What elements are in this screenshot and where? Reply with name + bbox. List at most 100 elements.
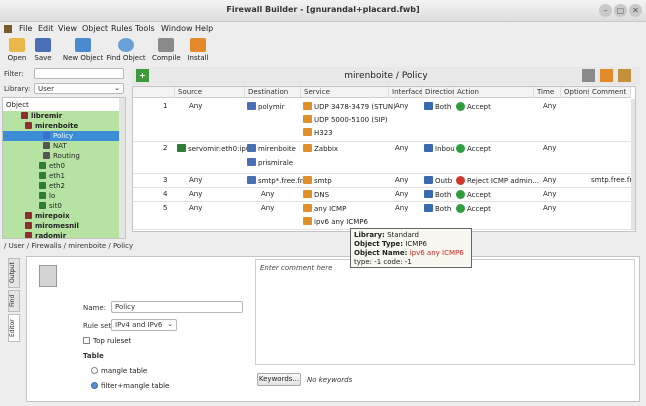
menu-file[interactable]: File	[19, 24, 32, 33]
tree-item[interactable]: mirenboite	[3, 121, 121, 131]
rule-number[interactable]: 2	[163, 144, 167, 153]
rule-time[interactable]: Any	[543, 102, 556, 111]
tree-item[interactable]: lo	[3, 191, 121, 201]
tab-output[interactable]: Output	[8, 258, 20, 288]
rule-direction[interactable]: Inbou	[424, 144, 455, 154]
filter-mangle-radio[interactable]: filter+mangle table	[91, 382, 169, 390]
name-input[interactable]: Policy	[111, 301, 243, 313]
tree-item[interactable]: eth0	[3, 161, 121, 171]
find-object-button[interactable]: Find Object	[106, 38, 146, 62]
rule-action[interactable]: Reject ICMP admin...	[456, 176, 539, 186]
rule-direction[interactable]: Both	[424, 190, 451, 200]
new-object-button[interactable]: New Object	[62, 38, 104, 62]
rule-service[interactable]: DNS	[303, 190, 329, 200]
menu-window[interactable]: Window	[161, 24, 193, 33]
install-icon[interactable]	[600, 69, 613, 82]
tree-item[interactable]: NAT	[3, 141, 121, 151]
tree-item[interactable]: Routing	[3, 151, 121, 161]
top-ruleset-checkbox[interactable]: Top ruleset	[83, 337, 131, 345]
tree-item[interactable]: mirepoix	[3, 211, 121, 221]
rule-source[interactable]: Any	[189, 190, 202, 199]
mangle-radio[interactable]: mangle table	[91, 367, 147, 375]
rule-interface[interactable]: Any	[395, 102, 408, 111]
rule-interface[interactable]: Any	[395, 190, 408, 199]
rule-time[interactable]: Any	[543, 144, 556, 153]
rule-service[interactable]: ipv6 any ICMP6	[303, 217, 368, 227]
tree-item[interactable]: libremir	[3, 111, 121, 121]
tree-item[interactable]: eth2	[3, 181, 121, 191]
tree-item[interactable]: sit0	[3, 201, 121, 211]
library-select[interactable]: User ⌄	[34, 83, 124, 94]
ruleset-select[interactable]: IPv4 and IPv6 ⌄	[111, 319, 177, 331]
maximize-button[interactable]: ▢	[614, 4, 627, 17]
rule-action[interactable]: Accept	[456, 190, 491, 200]
menu-help[interactable]: Help	[195, 24, 213, 33]
rule-interface[interactable]: Any	[395, 176, 408, 185]
rule-destination[interactable]: Any	[261, 204, 274, 213]
rule-action[interactable]: Accept	[456, 204, 491, 214]
col-action[interactable]: Action	[454, 87, 534, 98]
col-interface[interactable]: Interface	[389, 87, 423, 98]
rule-destination[interactable]: smtp*.free.fr	[247, 176, 303, 186]
rule-interface[interactable]: Any	[395, 204, 408, 213]
object-tree[interactable]: Object libremir mirenboite Policy NAT Routin…	[2, 97, 126, 239]
col-options[interactable]: Options	[561, 87, 591, 98]
open-button[interactable]: Open	[6, 38, 28, 62]
rule-direction[interactable]: Both	[424, 102, 451, 112]
col-source[interactable]: Source	[175, 87, 245, 98]
rule-destination[interactable]: mirenboite	[247, 144, 296, 154]
menu-tools[interactable]: Tools	[135, 24, 155, 33]
menu-edit[interactable]: Edit	[38, 24, 54, 33]
rule-service[interactable]: smtp	[303, 176, 332, 186]
rule-service[interactable]: any ICMP	[303, 204, 346, 214]
tree-scrollbar[interactable]	[119, 98, 125, 238]
rule-comment[interactable]: smtp.free.fr	[591, 176, 632, 185]
minimize-button[interactable]: –	[599, 4, 612, 17]
tab-find[interactable]: Find	[8, 290, 20, 312]
rule-direction[interactable]: Both	[424, 204, 451, 214]
grid-scrollbar[interactable]	[631, 99, 635, 229]
tree-item[interactable]: miromesnil	[3, 221, 121, 231]
rule-number[interactable]: 1	[163, 102, 167, 111]
close-button[interactable]: ✕	[629, 4, 642, 17]
tab-editor[interactable]: Editor	[8, 314, 20, 342]
tree-item[interactable]: Policy	[3, 131, 121, 141]
rule-direction[interactable]: Outb	[424, 176, 452, 186]
rule-service[interactable]: UDP 3478-3479 (STUN)	[303, 102, 396, 112]
menu-object[interactable]: Object	[82, 24, 108, 33]
col-comment[interactable]: Comment	[589, 87, 631, 98]
rule-number[interactable]: 3	[163, 176, 167, 185]
compile-button[interactable]: Compile	[152, 38, 181, 62]
tree-item[interactable]: eth1	[3, 171, 121, 181]
rule-service[interactable]: UDP 5000-5100 (SIP)	[303, 115, 388, 125]
policy-rules-table[interactable]: Source Destination Service Interface Dir…	[132, 86, 636, 232]
install-button[interactable]: Install	[184, 38, 212, 62]
rule-time[interactable]: Any	[543, 190, 556, 199]
rule-source[interactable]: Any	[189, 176, 202, 185]
rule-destination[interactable]: prismirale	[247, 158, 293, 168]
col-destination[interactable]: Destination	[245, 87, 301, 98]
rule-service[interactable]: Zabbix	[303, 144, 338, 154]
rule-action[interactable]: Accept	[456, 102, 491, 112]
rule-service[interactable]: H323	[303, 128, 333, 138]
rule-destination[interactable]: Any	[261, 190, 274, 199]
rule-time[interactable]: Any	[543, 204, 556, 213]
rule-number[interactable]: 4	[163, 190, 167, 199]
col-service[interactable]: Service	[301, 87, 389, 98]
compile-icon[interactable]	[582, 69, 595, 82]
menu-view[interactable]: View	[58, 24, 77, 33]
inspect-icon[interactable]	[618, 69, 631, 82]
menu-rules[interactable]: Rules	[111, 24, 133, 33]
rule-interface[interactable]: Any	[395, 144, 408, 153]
filter-input[interactable]	[34, 68, 124, 79]
keywords-button[interactable]: Keywords...	[257, 373, 301, 386]
rule-source[interactable]: Any	[189, 204, 202, 213]
comment-box[interactable]: Enter comment here	[255, 259, 635, 365]
rule-destination[interactable]: polymir	[247, 102, 284, 112]
tree-item[interactable]: radomir	[3, 231, 121, 238]
rule-source[interactable]: servomir:eth0:ip6	[177, 144, 250, 154]
rule-number[interactable]: 5	[163, 204, 167, 213]
rule-source[interactable]: Any	[189, 102, 202, 111]
rule-action[interactable]: Accept	[456, 144, 491, 154]
save-button[interactable]: Save	[32, 38, 54, 62]
